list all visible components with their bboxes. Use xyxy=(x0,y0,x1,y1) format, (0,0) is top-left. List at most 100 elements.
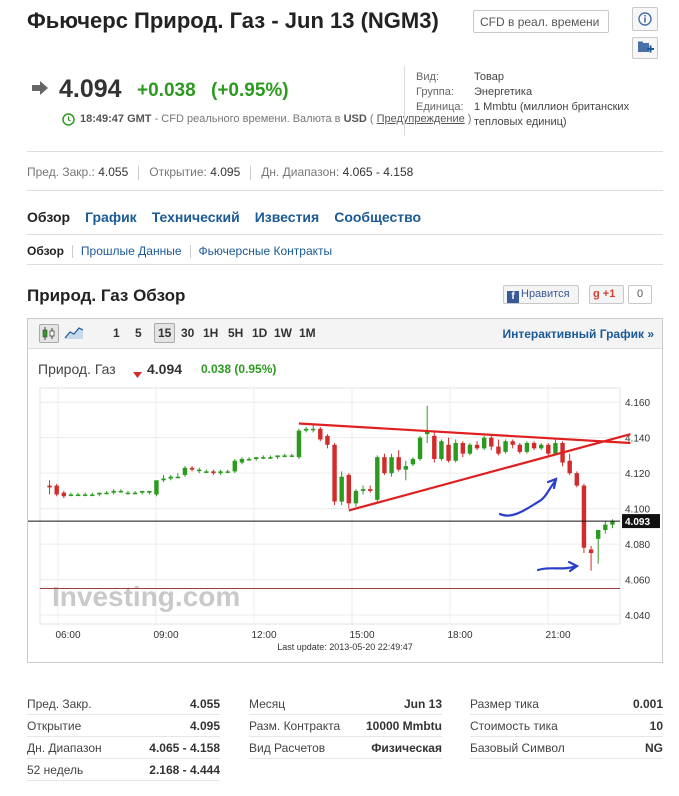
info-icon[interactable] xyxy=(632,7,658,31)
add-portfolio-icon[interactable] xyxy=(632,37,658,59)
candle-body xyxy=(503,441,508,452)
candle-body xyxy=(125,492,131,495)
subtab-contracts[interactable]: Фьючерсные Контракты xyxy=(199,244,333,258)
candle-body xyxy=(581,485,587,548)
candle-body xyxy=(175,476,181,479)
x-tick-label: 06:00 xyxy=(55,630,80,641)
summary-label: Пред. Закр. xyxy=(27,697,92,711)
candle-body xyxy=(139,490,145,493)
summary-row: 52 недель 2.168 - 4.444 xyxy=(27,760,220,781)
timeframe-15[interactable]: 15 xyxy=(154,323,176,343)
timeframe-30[interactable]: 30 xyxy=(181,326,194,340)
x-tick-label: 12:00 xyxy=(251,630,276,641)
y-tick-label: 4.100 xyxy=(625,505,650,516)
divider xyxy=(27,190,663,191)
chart-toolbar: 1 5 15 30 1H 5H 1D 1W 1M Интерактивный Г… xyxy=(28,319,662,349)
last-update-label: Last update: 2013-05-20 22:49:47 xyxy=(277,642,413,652)
candle-body xyxy=(61,492,67,497)
candle-body xyxy=(118,490,124,493)
stat-value: 4.095 xyxy=(210,165,241,179)
candlestick-chart[interactable]: 06:00 09:00 12:00 15:00 18:00 21:004.1604.140… xyxy=(28,380,662,663)
quote-meta: 18:49:47 GMT - CFD реального времени. Ва… xyxy=(80,113,471,125)
candle-body xyxy=(453,443,458,461)
facebook-like-button[interactable]: f Нравится xyxy=(503,285,579,304)
candlestick-icon[interactable] xyxy=(39,324,59,343)
y-tick-label: 4.160 xyxy=(625,398,650,409)
subtab-overview[interactable]: Обзор xyxy=(27,244,64,258)
current-price-label: 4.093 xyxy=(625,517,650,528)
interactive-chart-link[interactable]: Интерактивный График » xyxy=(502,327,654,341)
timeframe-1d[interactable]: 1D xyxy=(252,326,267,340)
summary-row: Дн. Диапазон 4.065 - 4.158 xyxy=(27,738,220,759)
timeframe-1[interactable]: 1 xyxy=(113,326,120,340)
summary-label: Открытие xyxy=(27,719,82,733)
chart-change: 0.038 (0.95%) xyxy=(201,362,277,376)
chart-instrument-name: Природ. Газ xyxy=(38,361,116,377)
stat-label: Дн. Диапазон: xyxy=(261,165,340,179)
candle-body xyxy=(218,471,223,474)
candle-body xyxy=(403,466,409,470)
subtab-historical[interactable]: Прошлые Данные xyxy=(81,244,182,258)
candle-body xyxy=(524,443,530,452)
summary-label: Дн. Диапазон xyxy=(27,741,102,755)
summary-value: 4.095 xyxy=(189,719,220,733)
candle-body xyxy=(367,489,373,491)
summary-row: Вид Расчетов Физическая xyxy=(249,738,442,759)
summary-row: Размер тика 0.001 xyxy=(470,694,663,715)
timeframe-1w[interactable]: 1W xyxy=(274,326,292,340)
candle-body xyxy=(261,457,266,459)
candle-body xyxy=(567,460,572,474)
tab-overview[interactable]: Обзор xyxy=(27,209,70,225)
summary-row: Стоимость тика 10 xyxy=(470,716,663,737)
google-plus-button[interactable]: g +1 xyxy=(589,285,624,304)
tab-chart[interactable]: График xyxy=(85,209,137,225)
stat-value: 4.065 - 4.158 xyxy=(342,165,414,179)
x-tick-label: 21:00 xyxy=(545,630,570,641)
facebook-icon: f xyxy=(507,291,519,303)
gplus-count: 0 xyxy=(628,285,652,304)
tab-community[interactable]: Сообщество xyxy=(334,209,421,225)
timeframe-5h[interactable]: 5H xyxy=(228,326,243,340)
summary-value: 10000 Mmbtu xyxy=(365,719,442,733)
summary-row: Месяц Jun 13 xyxy=(249,694,442,715)
summary-value: NG xyxy=(645,741,663,755)
timeframe-1m[interactable]: 1M xyxy=(299,326,316,340)
candle-body xyxy=(161,478,166,481)
divider xyxy=(27,151,663,152)
candle-body xyxy=(603,524,608,530)
candle-body xyxy=(375,457,380,500)
stat-label: Пред. Закр.: xyxy=(27,165,95,179)
candle-body xyxy=(396,457,401,470)
area-chart-icon[interactable] xyxy=(64,324,84,343)
summary-value: 0.001 xyxy=(632,697,663,711)
candle-body xyxy=(232,460,238,472)
fact-value: 1 Mmbtu (миллион британских xyxy=(474,101,630,113)
candle-body xyxy=(325,435,330,445)
quick-stats: Пред. Закр.: 4.055 Открытие: 4.095 Дн. Диа… xyxy=(27,165,413,180)
tab-news[interactable]: Известия xyxy=(255,209,319,225)
candle-body xyxy=(47,485,52,488)
candle-body xyxy=(68,494,74,496)
summary-value: 4.055 xyxy=(189,697,220,711)
price-direction-icon xyxy=(31,80,49,101)
candle-body xyxy=(154,480,159,495)
cfd-realtime-button[interactable]: CFD в реал. времени xyxy=(473,10,609,33)
summary-label: Размер тика xyxy=(470,697,539,711)
y-tick-label: 4.120 xyxy=(625,469,650,480)
timeframe-1h[interactable]: 1H xyxy=(203,326,218,340)
y-tick-label: 4.040 xyxy=(625,611,650,622)
fact-value: тепловых единиц) xyxy=(474,116,567,128)
candle-body xyxy=(339,476,344,502)
clock-icon xyxy=(62,113,75,131)
tab-technical[interactable]: Технический xyxy=(152,209,240,225)
timeframe-5[interactable]: 5 xyxy=(135,326,142,340)
candle-body xyxy=(132,492,138,495)
candle-body xyxy=(346,474,352,504)
candle-body xyxy=(538,444,544,449)
fact-label: Вид: xyxy=(416,71,439,83)
x-tick-label: 18:00 xyxy=(447,630,472,641)
candle-body xyxy=(90,494,95,496)
divider xyxy=(27,234,663,235)
summary-label: Разм. Контракта xyxy=(249,719,341,733)
candle-body xyxy=(432,435,437,459)
